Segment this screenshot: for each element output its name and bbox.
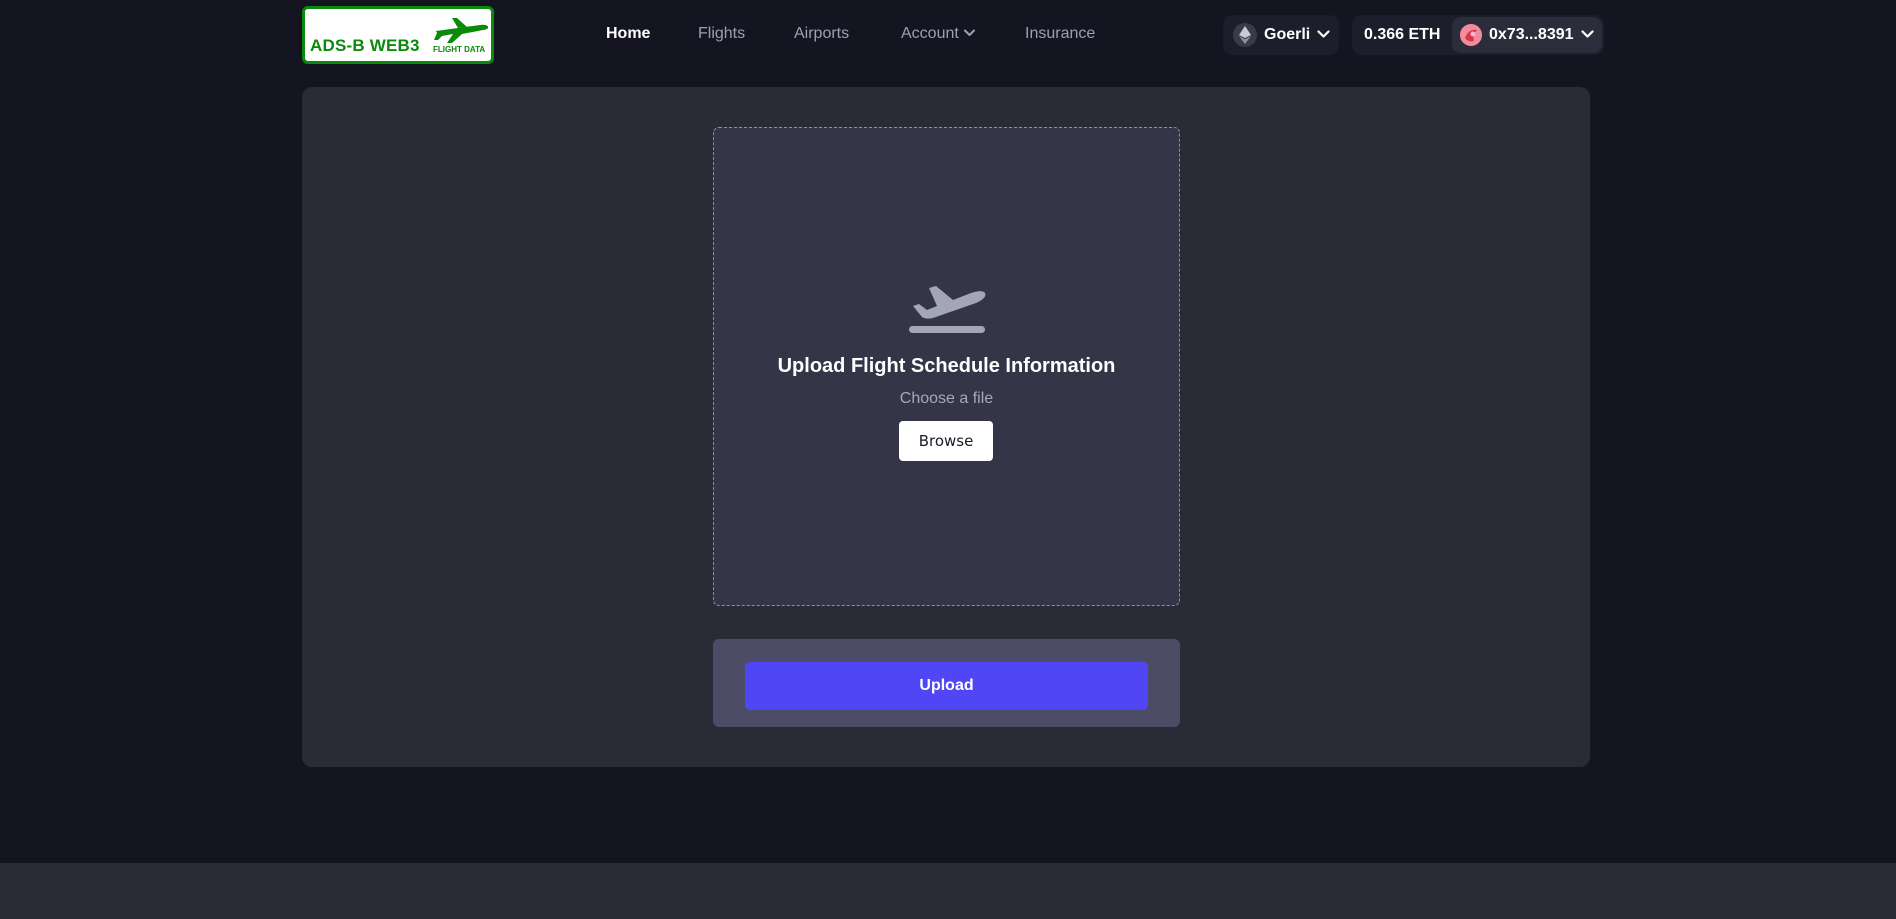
- network-selector[interactable]: Goerli: [1223, 15, 1339, 55]
- upload-card: Upload Flight Schedule Information Choos…: [302, 87, 1590, 767]
- nav-home[interactable]: Home: [606, 25, 650, 43]
- chevron-down-icon: [1581, 30, 1594, 38]
- wallet-balance: 0.366 ETH: [1364, 26, 1441, 43]
- chevron-down-icon: [1317, 30, 1330, 38]
- dropzone-subtitle: Choose a file: [899, 390, 994, 407]
- nav-airports[interactable]: Airports: [794, 25, 849, 43]
- plane-departure-icon: [909, 286, 986, 333]
- logo-subtext: FLIGHT DATA: [433, 45, 486, 54]
- wallet-panel: 0.366 ETH 0x73...8391: [1352, 15, 1604, 55]
- logo[interactable]: ADS-B WEB3 FLIGHT DATA: [302, 6, 494, 64]
- avatar: [1460, 24, 1482, 46]
- browse-button[interactable]: Browse: [899, 421, 993, 461]
- nav-account[interactable]: Account: [901, 25, 975, 43]
- nav-account-label: Account: [901, 25, 959, 42]
- nav-flights[interactable]: Flights: [698, 25, 745, 43]
- wallet-address: 0x73...8391: [1489, 26, 1574, 43]
- footer: [0, 863, 1896, 919]
- header: ADS-B WEB3 FLIGHT DATA Home Flights Airp…: [0, 0, 1896, 72]
- page: ADS-B WEB3 FLIGHT DATA Home Flights Airp…: [0, 0, 1896, 919]
- chevron-down-icon: [963, 29, 975, 36]
- ethereum-icon: [1233, 23, 1257, 47]
- upload-panel: Upload: [713, 639, 1180, 727]
- logo-text: ADS-B WEB3: [310, 36, 420, 55]
- file-dropzone[interactable]: Upload Flight Schedule Information Choos…: [713, 127, 1180, 606]
- dropzone-title: Upload Flight Schedule Information: [777, 355, 1116, 377]
- nav-insurance[interactable]: Insurance: [1025, 25, 1095, 43]
- upload-button[interactable]: Upload: [745, 662, 1148, 710]
- airplane-logo-icon: [434, 18, 489, 43]
- account-button[interactable]: 0x73...8391: [1452, 17, 1602, 53]
- network-label: Goerli: [1264, 26, 1311, 43]
